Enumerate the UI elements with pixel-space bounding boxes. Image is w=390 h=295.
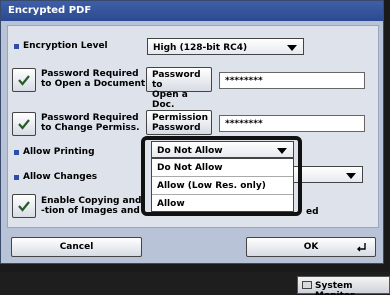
allow-printing-label: Allow Printing [23,147,95,157]
checkmark-icon [18,75,30,86]
monitor-icon [302,281,312,289]
encryption-level-select[interactable]: High (128-bit RC4) [147,38,304,55]
cancel-button[interactable]: Cancel [11,237,142,257]
bullet-icon [14,44,19,49]
permission-password-label: Password Required to Change Permiss. [41,113,140,133]
open-password-checkbox[interactable] [12,68,36,92]
enter-icon [357,243,366,252]
open-password-button[interactable]: Password to Open a Doc. [146,67,212,110]
permission-password-button[interactable]: Permission Password [146,110,212,135]
dropdown-option[interactable]: Allow [152,195,293,213]
dropdown-option[interactable]: Allow (Low Res. only) [152,177,293,195]
bullet-icon [14,175,19,180]
checkmark-icon [18,119,30,130]
chevron-down-icon [346,173,356,179]
allow-changes-select[interactable] [293,166,363,183]
ok-label: OK [303,242,319,252]
allow-printing-value: Do Not Allow [157,146,223,156]
open-password-label: Password Required to Open a Document [41,69,146,89]
permission-password-checkbox[interactable] [12,112,36,136]
ok-button[interactable]: OK [246,237,376,257]
window-title: Encrypted PDF [1,1,383,21]
allow-changes-label: Allow Changes [23,172,98,182]
system-monitor-button[interactable]: System Monitor [297,276,390,295]
bullet-icon [14,150,19,155]
chevron-down-icon [277,148,287,154]
open-password-field[interactable]: ******** [219,72,365,89]
permission-password-field[interactable]: ******** [219,115,365,132]
enable-copying-partial-text: ed [306,207,319,217]
chevron-down-icon [287,45,297,51]
dropdown-option[interactable]: Do Not Allow [152,159,293,177]
allow-printing-select[interactable]: Do Not Allow [151,141,294,158]
enable-copying-checkbox[interactable] [12,194,36,218]
system-monitor-label: System Monitor [315,281,355,295]
enable-copying-label: Enable Copying and -tion of Images and [41,196,142,216]
encryption-level-value: High (128-bit RC4) [153,43,248,53]
checkmark-icon [18,201,30,212]
allow-printing-dropdown-list: Do Not Allow Allow (Low Res. only) Allow [151,158,294,212]
encrypted-pdf-panel: Encrypted PDF Encryption Level High (128… [0,0,384,264]
encryption-level-label: Encryption Level [23,41,108,51]
